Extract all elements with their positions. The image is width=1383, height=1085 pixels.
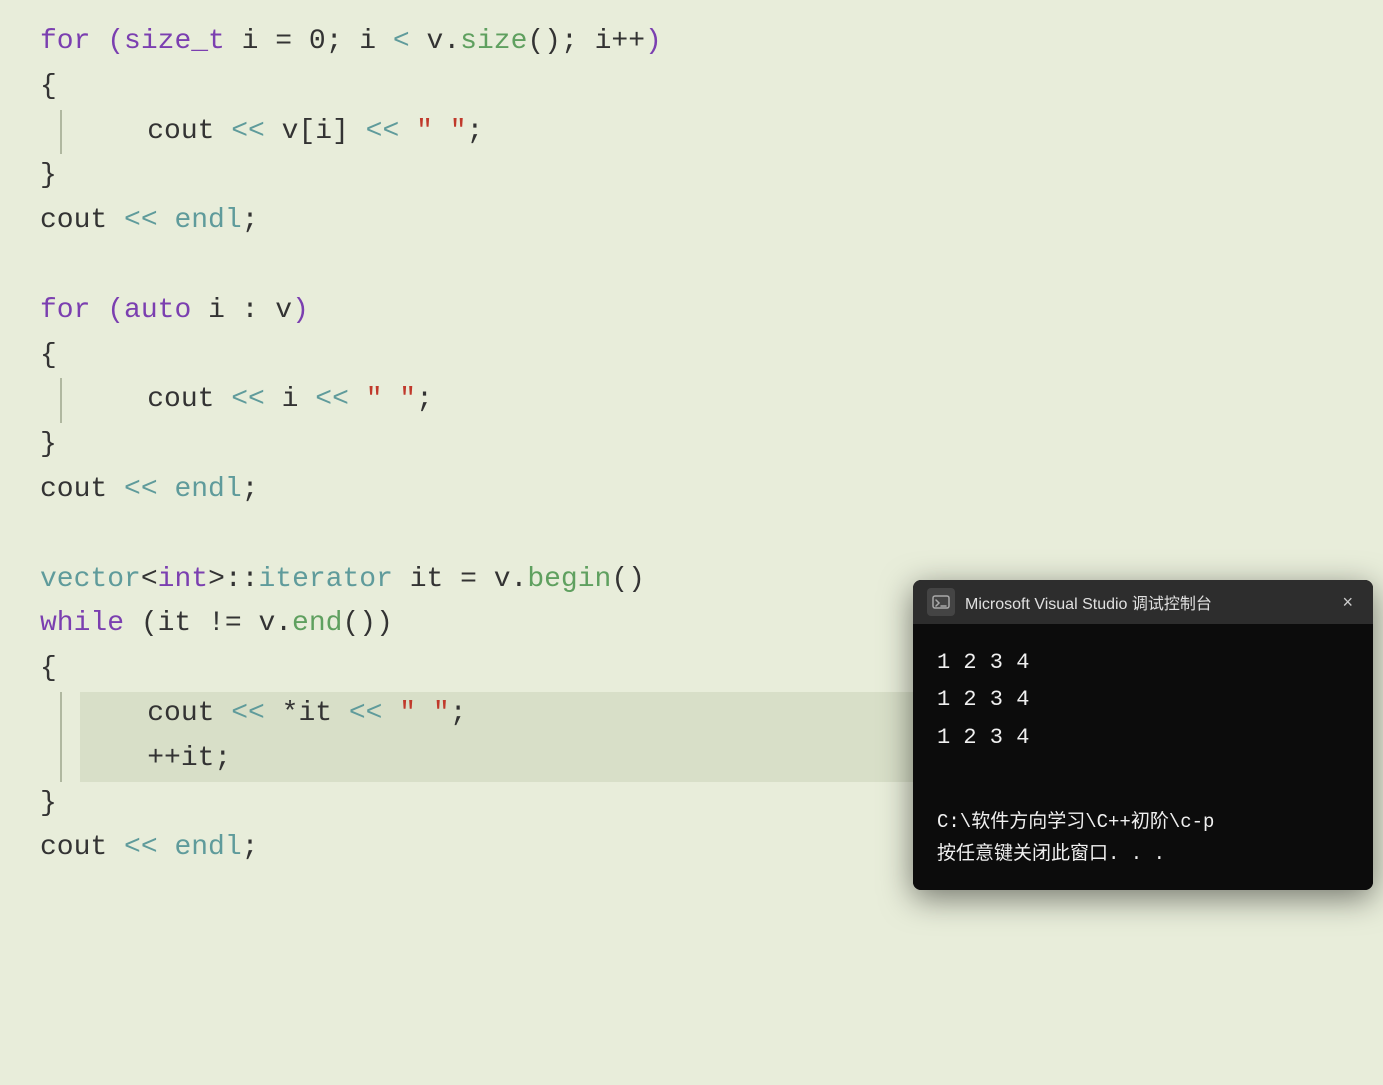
code-block-2: cout << i << " "; bbox=[40, 378, 1343, 423]
code-line-12 bbox=[40, 513, 1343, 558]
terminal-prompt: 按任意键关闭此窗口. . . bbox=[937, 838, 1349, 870]
terminal-output-line-1: 1 2 3 4 bbox=[937, 644, 1349, 681]
code-line-1: for (size_t i = 0; i < v.size(); i++) bbox=[40, 20, 1343, 65]
terminal-blank bbox=[937, 768, 1349, 805]
terminal-popup: Microsoft Visual Studio 调试控制台 × 1 2 3 4 … bbox=[913, 580, 1373, 890]
code-line-4: } bbox=[40, 154, 1343, 199]
code-line-9: cout << i << " "; bbox=[80, 378, 1343, 423]
code-line-11: cout << endl; bbox=[40, 468, 1343, 513]
code-line-2: { bbox=[40, 65, 1343, 110]
terminal-close-button[interactable]: × bbox=[1336, 590, 1359, 615]
terminal-output-line-2: 1 2 3 4 bbox=[937, 681, 1349, 718]
terminal-icon bbox=[927, 588, 955, 616]
terminal-titlebar: Microsoft Visual Studio 调试控制台 × bbox=[913, 580, 1373, 624]
code-line-10: } bbox=[40, 423, 1343, 468]
code-line-5: cout << endl; bbox=[40, 199, 1343, 244]
terminal-title: Microsoft Visual Studio 调试控制台 bbox=[965, 590, 1326, 614]
code-line-3: cout << v[i] << " "; bbox=[80, 110, 1343, 155]
terminal-body: 1 2 3 4 1 2 3 4 1 2 3 4 C:\软件方向学习\C++初阶\… bbox=[913, 624, 1373, 890]
code-line-6 bbox=[40, 244, 1343, 289]
code-editor: for (size_t i = 0; i < v.size(); i++) { … bbox=[0, 0, 1383, 1085]
code-block-1: cout << v[i] << " "; bbox=[40, 110, 1343, 155]
terminal-output-line-3: 1 2 3 4 bbox=[937, 719, 1349, 756]
keyword-for: for bbox=[40, 20, 90, 65]
code-line-7: for (auto i : v) bbox=[40, 289, 1343, 334]
code-line-8: { bbox=[40, 334, 1343, 379]
terminal-path: C:\软件方向学习\C++初阶\c-p bbox=[937, 806, 1349, 838]
